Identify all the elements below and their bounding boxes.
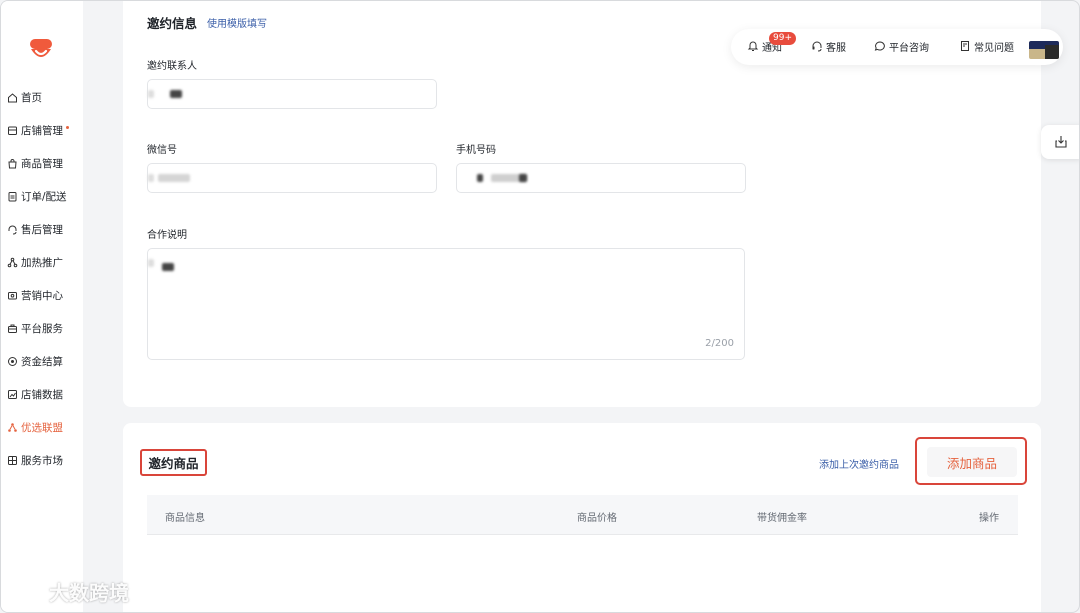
col-actions: 操作 [979, 513, 999, 524]
chat-bubble-icon [874, 41, 885, 51]
sidebar-item-chart[interactable]: 店铺数据 [7, 384, 63, 404]
sidebar-item-bag[interactable]: 商品管理 [7, 153, 63, 173]
sidebar-item-label: 服务市场 [21, 454, 63, 467]
sidebar-item-home[interactable]: 首页 [7, 87, 42, 107]
sidebar-item-headset[interactable]: 售后管理 [7, 219, 63, 239]
sidebar-item-alliance[interactable]: 优选联盟 [7, 417, 63, 437]
market-icon [7, 455, 18, 466]
home-icon [7, 92, 18, 103]
faq-label: 常见问题 [974, 42, 1014, 54]
shop-logo-icon [30, 39, 52, 57]
alliance-icon [7, 422, 18, 433]
col-product-info: 商品信息 [165, 513, 205, 524]
share-icon [7, 257, 18, 268]
char-counter: 2/200 [705, 338, 734, 349]
download-icon [1055, 136, 1067, 148]
col-commission-rate: 带货佣金率 [757, 513, 807, 524]
sidebar-item-label: 平台服务 [21, 322, 63, 335]
customer-service-button[interactable]: 客服 [811, 28, 846, 64]
sidebar: 首页店铺管理商品管理订单/配送售后管理加热推广营销中心平台服务资金结算店铺数据优… [1, 1, 83, 612]
contact-input[interactable] [147, 79, 437, 109]
sidebar-item-label: 订单/配送 [21, 190, 67, 203]
watermark: 大数跨境 [9, 577, 129, 606]
desc-label: 合作说明 [147, 230, 187, 241]
invite-info-title: 邀约信息 [147, 16, 198, 31]
bag-icon [7, 158, 18, 169]
download-button[interactable] [1041, 125, 1079, 159]
invite-products-title: 邀约商品 [140, 449, 207, 476]
notification-dot [66, 125, 69, 129]
sidebar-item-marketing[interactable]: 营销中心 [7, 285, 63, 305]
sidebar-item-order[interactable]: 订单/配送 [7, 186, 67, 206]
phone-input[interactable] [456, 163, 746, 193]
user-avatar[interactable] [1029, 41, 1059, 59]
use-template-link[interactable]: 使用模版填写 [207, 15, 267, 30]
sidebar-item-label: 营销中心 [21, 289, 63, 302]
sidebar-item-label: 店铺数据 [21, 388, 63, 401]
chart-icon [7, 389, 18, 400]
sidebar-item-market[interactable]: 服务市场 [7, 450, 63, 470]
sidebar-item-share[interactable]: 加热推广 [7, 252, 63, 272]
marketing-icon [7, 290, 18, 301]
sidebar-item-label: 商品管理 [21, 157, 63, 170]
app-window: 首页店铺管理商品管理订单/配送售后管理加热推广营销中心平台服务资金结算店铺数据优… [0, 0, 1080, 613]
store-icon [7, 125, 18, 136]
money-icon [7, 356, 18, 367]
watermark-logo-icon [11, 581, 45, 601]
sidebar-item-label: 优选联盟 [21, 421, 63, 434]
add-last-invited-link[interactable]: 添加上次邀约商品 [819, 456, 899, 471]
service-label: 客服 [826, 42, 846, 54]
contact-label: 邀约联系人 [147, 61, 197, 72]
cooperation-desc-textarea[interactable]: 2/200 [147, 248, 745, 360]
faq-button[interactable]: 常见问题 [959, 28, 1014, 64]
headset-icon [7, 224, 18, 235]
document-icon [961, 41, 969, 51]
platform-consult-button[interactable]: 平台咨询 [874, 28, 929, 64]
wechat-input[interactable] [147, 163, 437, 193]
sidebar-item-store[interactable]: 店铺管理 [7, 120, 69, 140]
products-table-header: 商品信息 商品价格 带货佣金率 操作 [147, 495, 1018, 535]
sidebar-item-label: 售后管理 [21, 223, 63, 236]
sidebar-item-label: 资金结算 [21, 355, 63, 368]
bell-icon [747, 41, 759, 51]
consult-label: 平台咨询 [889, 42, 929, 54]
service-icon [7, 323, 18, 334]
headset-icon [812, 41, 822, 52]
col-product-price: 商品价格 [577, 513, 617, 524]
sidebar-item-label: 首页 [21, 91, 42, 104]
wechat-label: 微信号 [147, 145, 177, 156]
notice-badge: 99+ [769, 32, 796, 45]
add-product-button[interactable]: 添加商品 [927, 447, 1017, 477]
phone-label: 手机号码 [456, 145, 496, 156]
sidebar-item-money[interactable]: 资金结算 [7, 351, 63, 371]
order-icon [7, 191, 18, 202]
sidebar-item-label: 店铺管理 [21, 124, 63, 137]
sidebar-item-label: 加热推广 [21, 256, 63, 269]
watermark-text: 大数跨境 [49, 581, 129, 605]
sidebar-item-service[interactable]: 平台服务 [7, 318, 63, 338]
